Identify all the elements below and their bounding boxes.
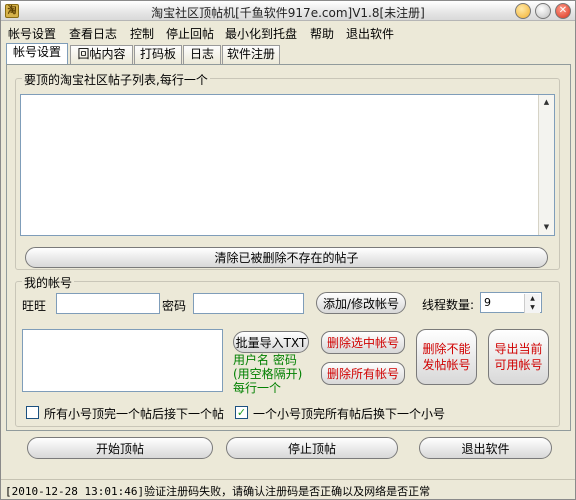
one-account-all-posts-label[interactable]: 一个小号顶完所有帖后换下一个小号: [253, 405, 445, 422]
menu-help[interactable]: 帮助: [310, 25, 334, 42]
start-button[interactable]: 开始顶帖: [27, 437, 213, 459]
scroll-down-icon[interactable]: ▼: [539, 220, 554, 235]
spin-down-icon[interactable]: ▼: [525, 303, 540, 312]
post-list-group: 要顶的淘宝社区帖子列表,每行一个 ▲ ▼ 清除已被删除不存在的帖子: [15, 71, 560, 270]
delete-cannot-post-line-1: 删除不能: [422, 342, 471, 356]
import-txt-button[interactable]: 批量导入TXT: [233, 331, 309, 353]
tab-account-settings[interactable]: 帐号设置: [6, 43, 68, 65]
threads-spin[interactable]: ▲ ▼: [524, 294, 540, 313]
close-button[interactable]: ✕: [555, 3, 571, 19]
delete-cannot-post-accounts-button[interactable]: 删除不能 发帖帐号: [416, 329, 477, 385]
menu-view-log[interactable]: 查看日志: [69, 25, 117, 42]
status-bar: [2010-12-28 13:01:46]验证注册码失败，请确认注册码是否正确以…: [1, 479, 575, 499]
account-group: 我的帐号 旺旺 密码 添加/修改帐号 线程数量: 9 ▲ ▼ 批量导入TXT 用…: [15, 274, 560, 427]
password-label: 密码: [162, 299, 187, 313]
threads-label: 线程数量:: [422, 298, 475, 312]
title-bar: 淘 淘宝社区顶帖机[千鱼软件917e.com]V1.8[未注册] ✕: [1, 1, 575, 21]
post-list-textarea[interactable]: [20, 94, 555, 236]
delete-selected-accounts-button[interactable]: 删除选中帐号: [321, 331, 405, 354]
maximize-button[interactable]: [535, 3, 551, 19]
menu-bar: 帐号设置 查看日志 控制 停止回帖 最小化到托盘 帮助 退出软件: [1, 22, 575, 42]
exit-button[interactable]: 退出软件: [419, 437, 552, 459]
all-accounts-then-next-label[interactable]: 所有小号顶完一个帖后接下一个帖: [44, 405, 224, 422]
account-group-title: 我的帐号: [22, 274, 75, 291]
delete-all-accounts-button[interactable]: 删除所有帐号: [321, 362, 405, 385]
post-list-scrollbar[interactable]: ▲ ▼: [538, 95, 554, 235]
tab-registration[interactable]: 软件注册: [222, 45, 280, 64]
menu-minimize-tray[interactable]: 最小化到托盘: [225, 25, 297, 42]
minimize-button[interactable]: [515, 3, 531, 19]
scroll-up-icon[interactable]: ▲: [539, 95, 554, 110]
password-input[interactable]: [193, 293, 304, 314]
tab-panel-account-settings: 要顶的淘宝社区帖子列表,每行一个 ▲ ▼ 清除已被删除不存在的帖子 我的帐号 旺…: [6, 64, 571, 459]
menu-account-settings[interactable]: 帐号设置: [8, 25, 56, 42]
add-account-button[interactable]: 添加/修改帐号: [316, 292, 406, 314]
clear-deleted-posts-button[interactable]: 清除已被删除不存在的帖子: [25, 247, 548, 268]
post-list-title: 要顶的淘宝社区帖子列表,每行一个: [22, 71, 210, 88]
wangwang-label: 旺旺: [22, 299, 47, 313]
import-hint-line-2: (用空格隔开): [233, 367, 303, 381]
threads-stepper[interactable]: 9 ▲ ▼: [480, 292, 542, 313]
one-account-all-posts-checkbox[interactable]: ✓: [235, 406, 248, 419]
app-window: 淘 淘宝社区顶帖机[千鱼软件917e.com]V1.8[未注册] ✕ 帐号设置 …: [0, 0, 576, 500]
tab-captcha[interactable]: 打码板: [134, 45, 182, 64]
menu-control[interactable]: 控制: [130, 25, 154, 42]
wangwang-input[interactable]: [56, 293, 160, 314]
import-hint-line-1: 用户名 密码: [233, 353, 297, 367]
delete-cannot-post-line-2: 发帖帐号: [422, 358, 471, 372]
export-usable-accounts-button[interactable]: 导出当前 可用帐号: [488, 329, 549, 385]
window-title: 淘宝社区顶帖机[千鱼软件917e.com]V1.8[未注册]: [151, 6, 425, 20]
status-message: [2010-12-28 13:01:46]验证注册码失败，请确认注册码是否正确以…: [5, 485, 431, 498]
stop-button[interactable]: 停止顶帖: [226, 437, 398, 459]
spin-up-icon[interactable]: ▲: [525, 294, 540, 303]
import-hint-line-3: 每行一个: [233, 381, 282, 395]
export-usable-line-2: 可用帐号: [494, 358, 543, 372]
accounts-list[interactable]: [22, 329, 223, 392]
export-usable-line-1: 导出当前: [494, 342, 543, 356]
tab-reply-content[interactable]: 回帖内容: [70, 45, 133, 64]
tab-log[interactable]: 日志: [183, 45, 221, 64]
menu-stop-reply[interactable]: 停止回帖: [166, 25, 214, 42]
threads-value: 9: [484, 296, 491, 309]
all-accounts-then-next-checkbox[interactable]: [26, 406, 39, 419]
menu-exit[interactable]: 退出软件: [346, 25, 394, 42]
